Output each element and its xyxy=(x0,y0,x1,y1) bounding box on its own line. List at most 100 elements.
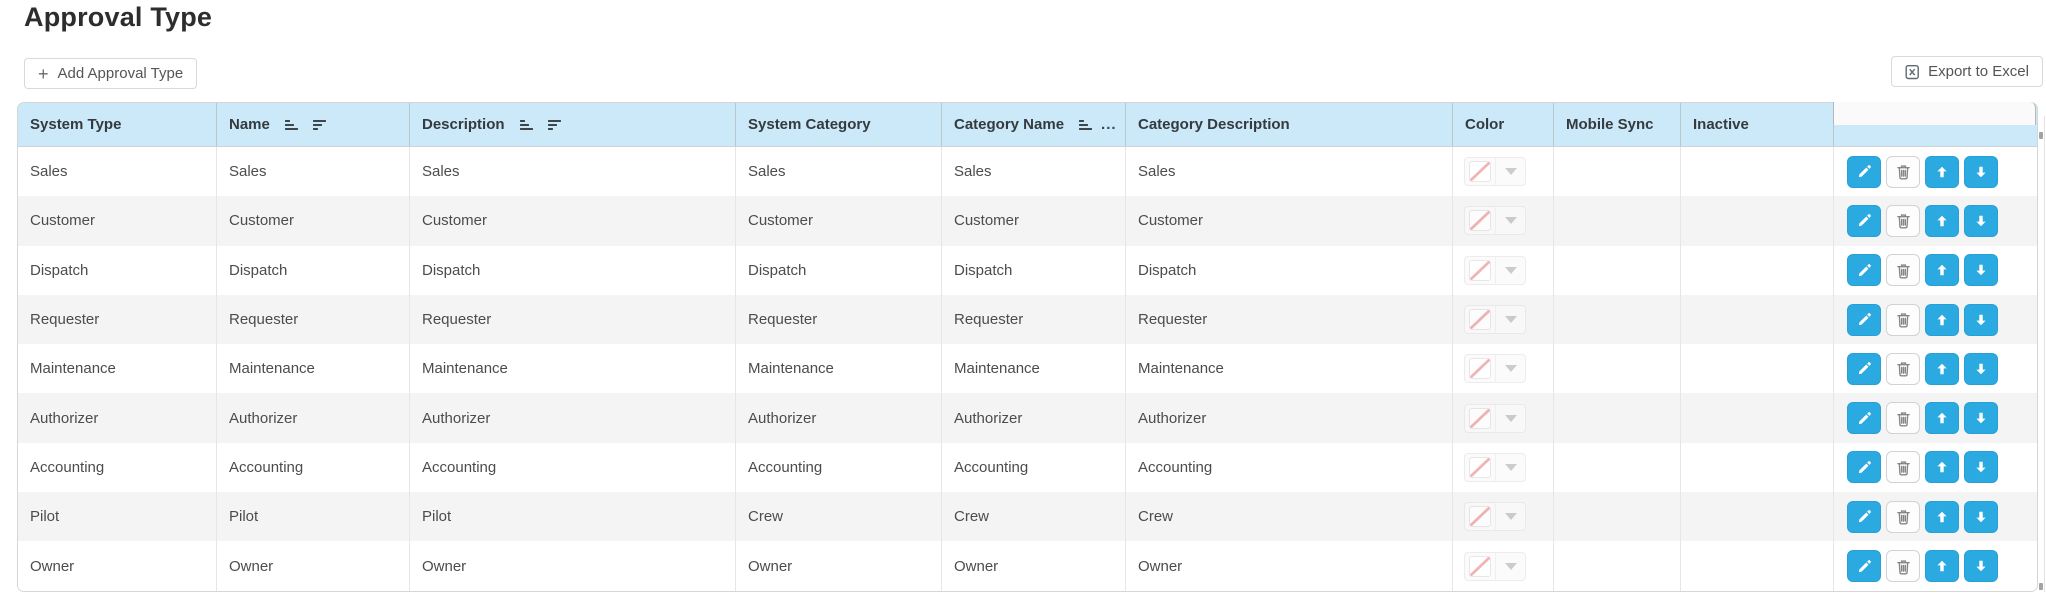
move-up-button[interactable] xyxy=(1925,500,1959,533)
column-header-system-type[interactable]: System Type xyxy=(18,103,216,146)
edit-button[interactable] xyxy=(1847,352,1881,385)
dropdown-arrow[interactable] xyxy=(1495,306,1525,334)
scrollbar-grip-bottom[interactable] xyxy=(2039,583,2043,590)
move-up-button[interactable] xyxy=(1925,352,1959,385)
cell-category-description: Requester xyxy=(1125,294,1452,345)
sort-ascending-icon[interactable] xyxy=(1079,119,1093,130)
move-up-button[interactable] xyxy=(1925,204,1959,237)
cell-inactive xyxy=(1680,294,1833,345)
cell-category-name: Authorizer xyxy=(941,393,1125,443)
no-color-swatch-icon xyxy=(1469,309,1491,331)
cell-system-type: Maintenance xyxy=(30,360,116,378)
color-picker-dropdown[interactable] xyxy=(1464,354,1526,384)
delete-button[interactable] xyxy=(1886,550,1920,583)
delete-button[interactable] xyxy=(1886,254,1920,287)
arrow-down-icon xyxy=(1976,462,1986,473)
dropdown-arrow[interactable] xyxy=(1495,355,1525,383)
scrollbar-grip-top[interactable] xyxy=(2039,132,2043,139)
color-picker-dropdown[interactable] xyxy=(1464,255,1526,285)
cell-system-category: Authorizer xyxy=(735,393,941,443)
plus-icon: + xyxy=(38,63,49,84)
color-picker-dropdown[interactable] xyxy=(1464,206,1526,236)
column-header-mobile-sync[interactable]: Mobile Sync xyxy=(1553,103,1680,146)
export-to-excel-button[interactable]: Export to Excel xyxy=(1891,56,2043,87)
cell-category-name: Maintenance xyxy=(941,344,1125,394)
cell-mobile-sync xyxy=(1553,541,1680,591)
color-picker-dropdown[interactable] xyxy=(1464,452,1526,482)
column-header-color[interactable]: Color xyxy=(1452,103,1553,146)
sort-descending-icon[interactable] xyxy=(312,119,326,130)
dropdown-arrow[interactable] xyxy=(1495,404,1525,432)
edit-button[interactable] xyxy=(1847,550,1881,583)
color-picker-dropdown[interactable] xyxy=(1464,305,1526,335)
no-color-swatch-icon xyxy=(1469,407,1491,429)
edit-button[interactable] xyxy=(1847,155,1881,188)
edit-button[interactable] xyxy=(1847,254,1881,287)
color-picker-dropdown[interactable] xyxy=(1464,157,1526,187)
edit-button[interactable] xyxy=(1847,451,1881,484)
move-down-button[interactable] xyxy=(1964,303,1998,336)
move-up-button[interactable] xyxy=(1925,451,1959,484)
dropdown-arrow[interactable] xyxy=(1495,503,1525,531)
sort-ascending-icon[interactable] xyxy=(519,119,533,130)
edit-button[interactable] xyxy=(1847,402,1881,435)
color-picker-dropdown[interactable] xyxy=(1464,403,1526,433)
edit-button[interactable] xyxy=(1847,500,1881,533)
color-picker-dropdown[interactable] xyxy=(1464,502,1526,532)
column-header-inactive[interactable]: Inactive xyxy=(1680,103,1833,146)
column-header-category-name[interactable]: Category Name ... xyxy=(941,103,1125,146)
vertical-scrollbar[interactable] xyxy=(2037,116,2045,592)
cell-inactive xyxy=(1680,492,1833,542)
delete-button[interactable] xyxy=(1886,204,1920,237)
move-down-button[interactable] xyxy=(1964,500,1998,533)
move-up-button[interactable] xyxy=(1925,254,1959,287)
edit-button[interactable] xyxy=(1847,204,1881,237)
move-down-button[interactable] xyxy=(1964,352,1998,385)
delete-button[interactable] xyxy=(1886,402,1920,435)
move-down-button[interactable] xyxy=(1964,550,1998,583)
delete-button[interactable] xyxy=(1886,303,1920,336)
dropdown-arrow[interactable] xyxy=(1495,207,1525,235)
dropdown-arrow[interactable] xyxy=(1495,552,1525,580)
table-row: Pilot Pilot Pilot Crew Crew Crew xyxy=(18,492,2037,542)
sort-ascending-icon[interactable] xyxy=(284,119,298,130)
trash-icon xyxy=(1896,510,1910,525)
arrow-up-icon xyxy=(1937,166,1947,177)
delete-button[interactable] xyxy=(1886,155,1920,188)
move-down-button[interactable] xyxy=(1964,402,1998,435)
column-label: Name xyxy=(229,116,270,133)
move-down-button[interactable] xyxy=(1964,155,1998,188)
sort-descending-icon[interactable] xyxy=(547,119,561,130)
column-header-category-description[interactable]: Category Description xyxy=(1125,103,1452,146)
arrow-down-icon xyxy=(1976,412,1986,424)
edit-button[interactable] xyxy=(1847,303,1881,336)
dropdown-arrow[interactable] xyxy=(1495,453,1525,481)
add-approval-type-button[interactable]: + Add Approval Type xyxy=(24,58,198,89)
move-up-button[interactable] xyxy=(1925,155,1959,188)
column-header-description[interactable]: Description xyxy=(409,103,735,146)
cell-category-name: Requester xyxy=(941,294,1125,345)
export-button-label: Export to Excel xyxy=(1928,63,2029,80)
dropdown-arrow[interactable] xyxy=(1495,158,1525,186)
move-up-button[interactable] xyxy=(1925,402,1959,435)
arrow-down-icon xyxy=(1976,560,1986,572)
move-down-button[interactable] xyxy=(1964,254,1998,287)
cell-color xyxy=(1452,344,1553,394)
move-up-button[interactable] xyxy=(1925,303,1959,336)
delete-button[interactable] xyxy=(1886,352,1920,385)
move-down-button[interactable] xyxy=(1964,204,1998,237)
dropdown-arrow[interactable] xyxy=(1495,256,1525,284)
truncated-sort-icon[interactable]: ... xyxy=(1101,116,1117,133)
cell-category-name: Sales xyxy=(941,147,1125,197)
delete-button[interactable] xyxy=(1886,500,1920,533)
cell-category-description: Sales xyxy=(1125,147,1452,197)
cell-name: Pilot xyxy=(216,492,409,542)
arrow-up-icon xyxy=(1937,265,1947,276)
column-header-system-category[interactable]: System Category xyxy=(735,103,941,146)
move-down-button[interactable] xyxy=(1964,451,1998,484)
delete-button[interactable] xyxy=(1886,451,1920,484)
move-up-button[interactable] xyxy=(1925,550,1959,583)
column-header-name[interactable]: Name xyxy=(216,103,409,146)
caret-down-icon xyxy=(1504,316,1517,324)
color-picker-dropdown[interactable] xyxy=(1464,551,1526,581)
